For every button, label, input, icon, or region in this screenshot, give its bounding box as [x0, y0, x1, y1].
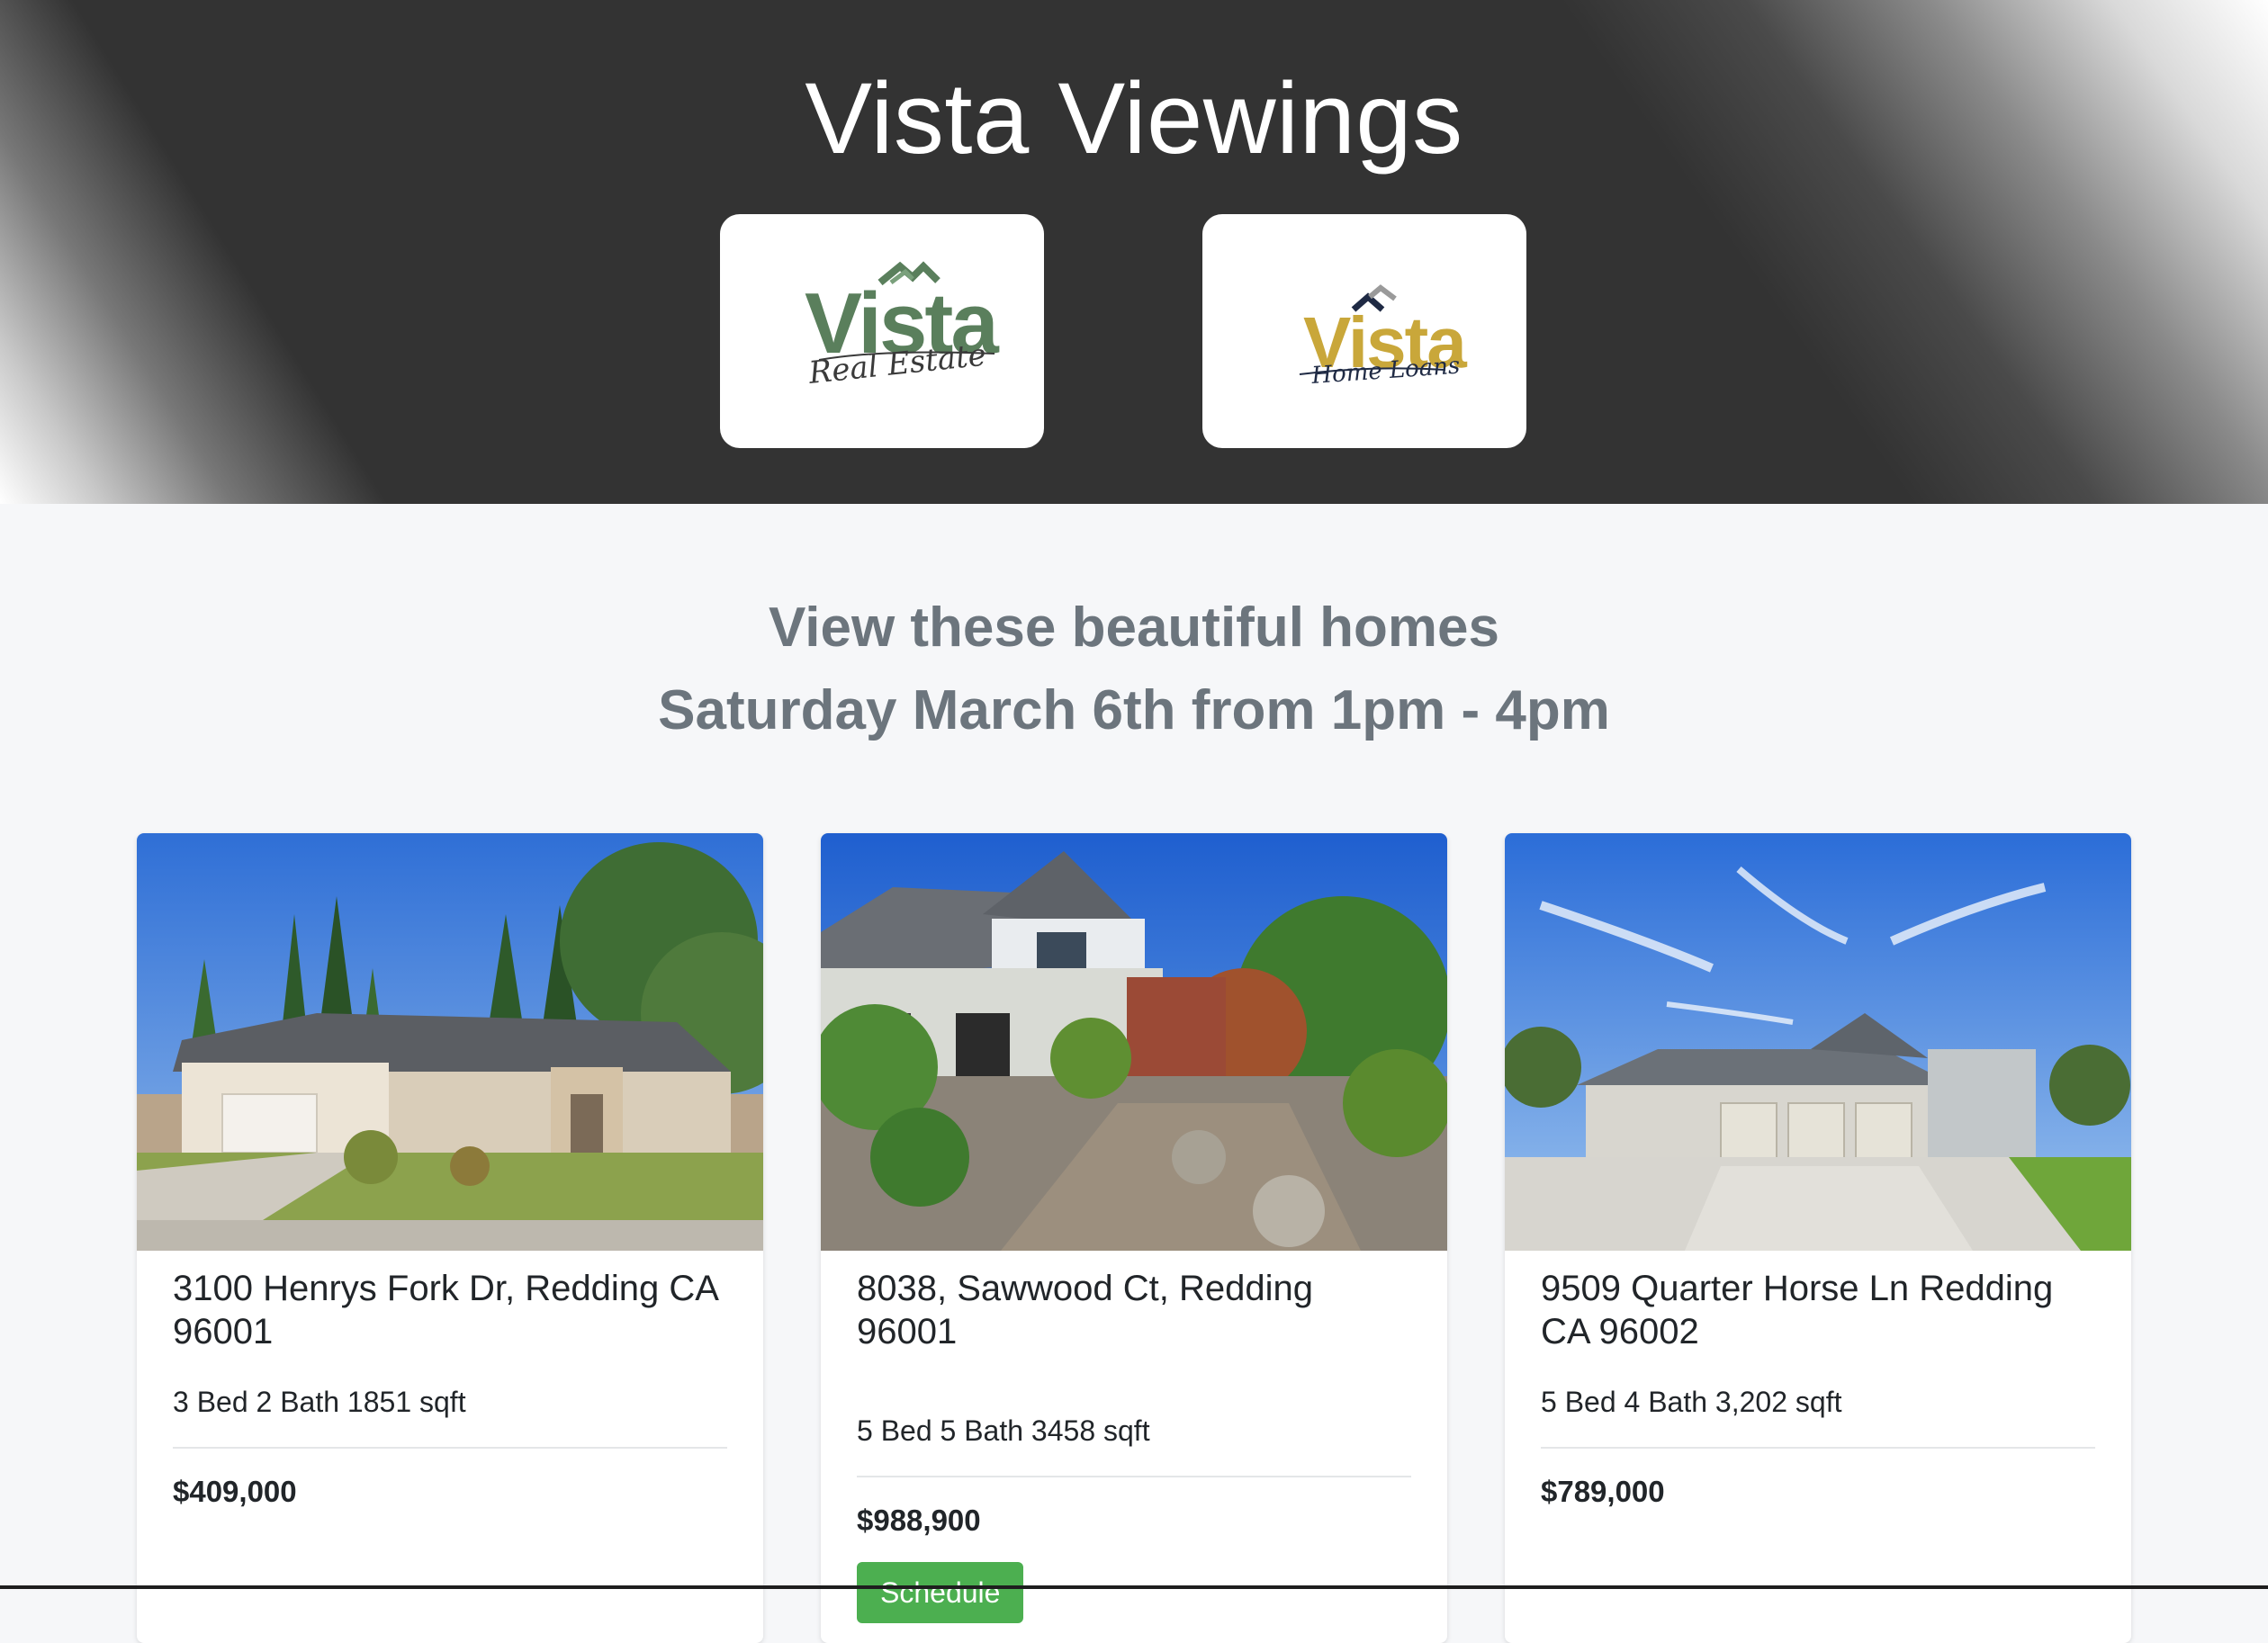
listing-card[interactable]: 9509 Quarter Horse Ln Redding CA 96002 5… — [1505, 833, 2131, 1643]
listing-address: 3100 Henrys Fork Dr, Redding CA 96001 — [173, 1269, 717, 1351]
listing-card[interactable]: 3100 Henrys Fork Dr, Redding CA 96001 3 … — [137, 833, 763, 1643]
listing-card[interactable]: 8038, Sawwood Ct, Redding 96001 5 Bed 5 … — [821, 833, 1447, 1643]
listing-specs: 5 Bed 4 Bath 3,202 sqft — [1541, 1384, 2095, 1449]
listing-price: $789,000 — [1541, 1475, 1665, 1508]
listing-details: 3100 Henrys Fork Dr, Redding CA 96001 3 … — [173, 1267, 727, 1510]
intro-headline: View these beautiful homes — [769, 597, 1499, 659]
listing-address: 9509 Quarter Horse Ln Redding CA 96002 — [1541, 1269, 2054, 1351]
listing-specs: 3 Bed 2 Bath 1851 sqft — [173, 1384, 727, 1449]
window-bottom-edge — [0, 1585, 2268, 1589]
listing-details: 9509 Quarter Horse Ln Redding CA 96002 5… — [1541, 1267, 2095, 1510]
vista-real-estate-logo-link[interactable]: Vista Real Estate — [720, 214, 1044, 448]
vista-real-estate-logo: Vista Real Estate — [805, 261, 1002, 391]
vista-home-loans-logo: Vista Home Loans — [1299, 284, 1469, 390]
listing-details: 8038, Sawwood Ct, Redding 96001 5 Bed 5 … — [857, 1267, 1411, 1623]
event-intro: View these beautiful homes Saturday Marc… — [0, 587, 2268, 752]
listing-photo — [821, 833, 1447, 1251]
page-title: Vista Viewings — [805, 62, 1463, 175]
vista-home-loans-logo-link[interactable]: Vista Home Loans — [1202, 214, 1526, 448]
intro-date: Saturday March 6th from 1pm - 4pm — [658, 679, 1610, 741]
listing-photo — [1505, 833, 2131, 1251]
listing-photo — [137, 833, 763, 1251]
listing-price: $988,900 — [857, 1504, 981, 1537]
schedule-button[interactable]: Schedule — [857, 1562, 1024, 1623]
hero-banner: Vista Viewings Vista Real Estate Vista H… — [0, 0, 2268, 504]
listing-address: 8038, Sawwood Ct, Redding 96001 — [857, 1269, 1313, 1351]
listing-price: $409,000 — [173, 1475, 297, 1508]
listing-specs: 5 Bed 5 Bath 3458 sqft — [857, 1413, 1411, 1477]
